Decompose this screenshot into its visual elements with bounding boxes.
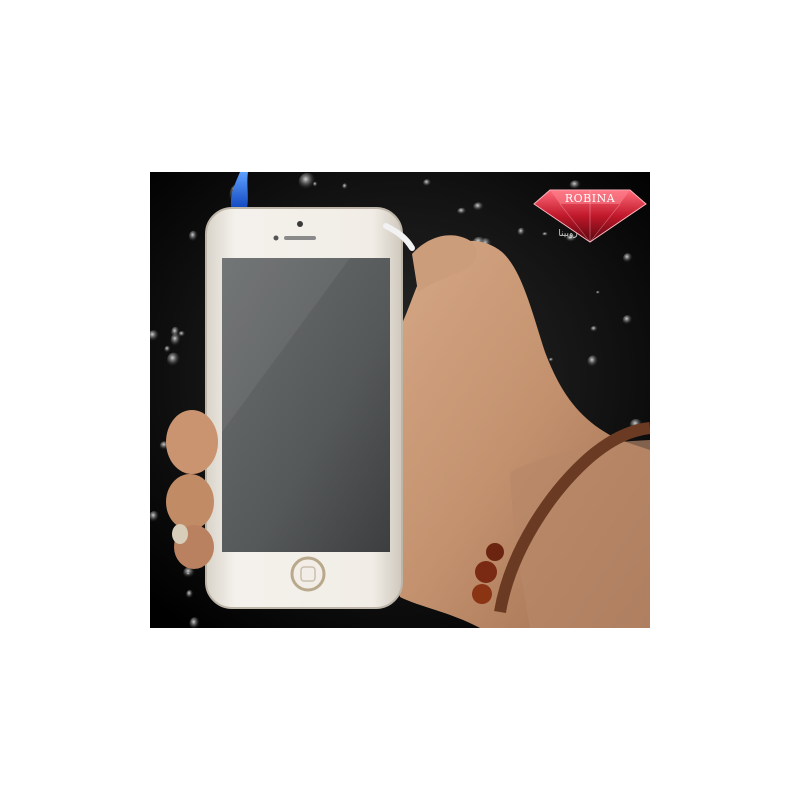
- water-droplet: [548, 357, 554, 363]
- finger-middle: [166, 474, 214, 530]
- water-droplet: [423, 179, 432, 187]
- water-droplet: [587, 355, 599, 368]
- water-droplet: [171, 326, 180, 339]
- logo-subtitle: روبينا: [558, 229, 577, 239]
- product-photo: ROBINA روبينا: [150, 172, 650, 628]
- water-droplet: [298, 173, 317, 191]
- finger-index: [166, 410, 218, 474]
- water-droplet: [517, 227, 526, 237]
- water-droplet: [473, 202, 485, 212]
- water-droplet: [186, 571, 192, 576]
- water-droplet: [623, 253, 633, 264]
- bracelet-bead: [475, 561, 497, 583]
- front-camera: [273, 235, 279, 241]
- water-droplet: [186, 589, 194, 599]
- water-droplet: [457, 207, 467, 216]
- water-droplet: [590, 325, 598, 333]
- photo-illustration: ROBINA روبينا: [150, 172, 650, 628]
- water-droplet: [342, 183, 348, 190]
- home-button: [290, 556, 326, 592]
- water-droplet: [595, 290, 601, 295]
- water-droplet: [188, 230, 199, 243]
- water-droplet: [622, 315, 633, 326]
- water-droplet: [569, 180, 582, 191]
- speaker-slot: [284, 236, 316, 240]
- water-droplet: [542, 232, 549, 237]
- water-droplet: [164, 345, 171, 353]
- water-droplet: [167, 352, 181, 368]
- logo-brand: ROBINA: [565, 192, 616, 205]
- water-droplet: [312, 181, 318, 188]
